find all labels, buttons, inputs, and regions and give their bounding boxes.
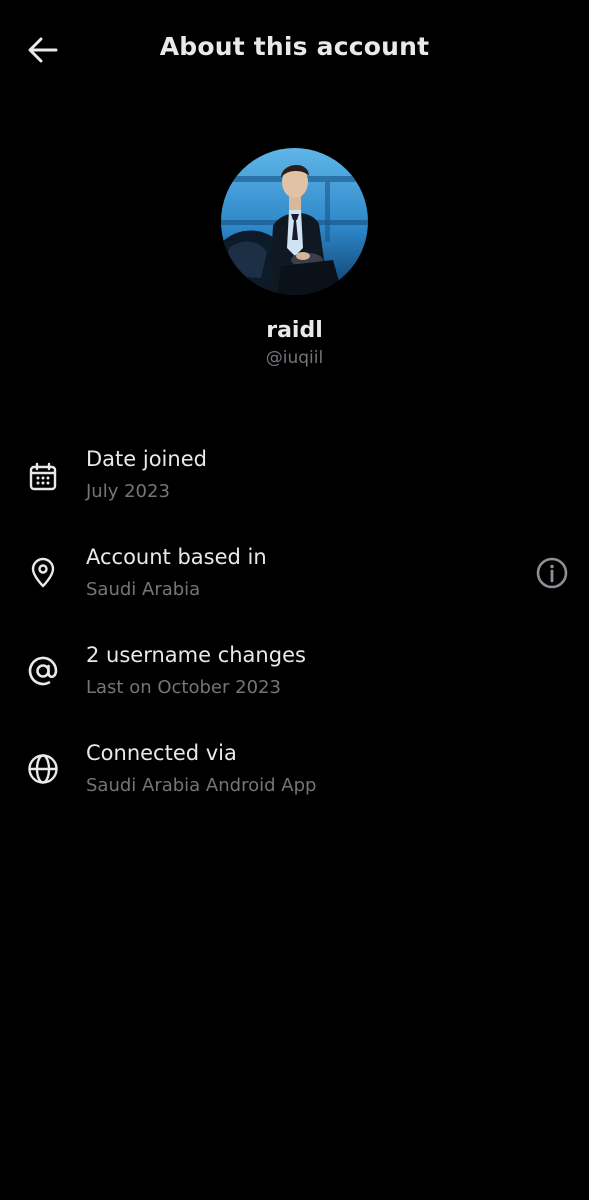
connected-via-label: Connected via [86, 741, 237, 765]
account-based-in-row: Account based in Saudi Arabia [0, 538, 589, 618]
date-joined-label: Date joined [86, 447, 207, 471]
page-title: About this account [159, 32, 430, 61]
account-based-in-label: Account based in [86, 545, 267, 569]
username-changes-value: Last on October 2023 [86, 677, 281, 698]
username-handle: @iuqiil [265, 348, 324, 368]
avatar[interactable] [221, 148, 368, 295]
app-header: About this account [0, 0, 589, 98]
username-changes-row: 2 username changes Last on October 2023 [0, 636, 589, 716]
globe-icon [24, 750, 62, 788]
display-name: raidl [266, 318, 323, 343]
date-joined-value: July 2023 [86, 481, 170, 502]
info-button[interactable] [532, 553, 572, 593]
profile-photo [221, 148, 368, 295]
info-icon [536, 557, 568, 589]
account-based-in-value: Saudi Arabia [86, 579, 201, 600]
connected-via-value: Saudi Arabia Android App [86, 775, 317, 796]
location-pin-icon [24, 554, 62, 592]
username-changes-label: 2 username changes [86, 643, 306, 667]
connected-via-row: Connected via Saudi Arabia Android App [0, 734, 589, 814]
at-sign-icon [24, 652, 62, 690]
calendar-icon [24, 458, 62, 496]
date-joined-row: Date joined July 2023 [0, 440, 589, 520]
